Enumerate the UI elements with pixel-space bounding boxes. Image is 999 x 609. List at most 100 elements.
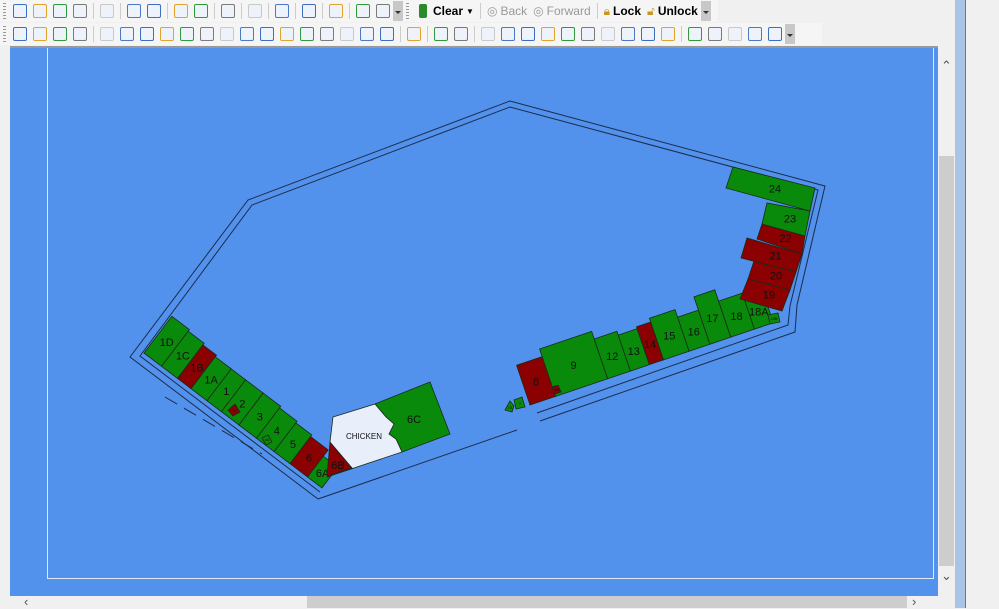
whats-this-icon[interactable] bbox=[376, 4, 390, 18]
plot-label: 8A bbox=[555, 387, 560, 392]
clear-button[interactable]: Clear ▼ bbox=[416, 4, 474, 18]
scroll-left-icon[interactable]: ‹ bbox=[24, 595, 28, 608]
forward-button[interactable]: ◎ Forward bbox=[533, 4, 591, 18]
new-icon[interactable] bbox=[13, 4, 27, 18]
check-icon[interactable] bbox=[248, 4, 262, 18]
map-page-icon[interactable] bbox=[768, 27, 782, 41]
plot-label: 20 bbox=[770, 270, 782, 282]
back-layer-icon[interactable] bbox=[33, 27, 47, 41]
divider bbox=[681, 26, 682, 42]
form-icon[interactable] bbox=[160, 27, 174, 41]
align-right-icon[interactable] bbox=[521, 27, 535, 41]
divider bbox=[322, 3, 323, 19]
plot-label: 1B bbox=[190, 363, 203, 375]
toolbar-grip[interactable] bbox=[3, 26, 6, 42]
chart-icon[interactable] bbox=[275, 4, 289, 18]
open-layer-icon[interactable] bbox=[73, 27, 87, 41]
plot-label: 6B bbox=[331, 460, 344, 472]
panel-icon[interactable] bbox=[360, 27, 374, 41]
plot-label: 24 bbox=[769, 183, 781, 195]
open-icon[interactable] bbox=[33, 4, 47, 18]
align-bottom-icon[interactable] bbox=[541, 27, 555, 41]
plot-label: 22 bbox=[779, 233, 791, 245]
wrap-icon[interactable] bbox=[280, 27, 294, 41]
same-height-icon[interactable] bbox=[661, 27, 675, 41]
unlock-button[interactable]: 🔓︎ Unlock bbox=[647, 4, 698, 19]
plot-label: 18 bbox=[730, 311, 742, 323]
bar-icon[interactable] bbox=[180, 27, 194, 41]
align-top-icon[interactable] bbox=[581, 27, 595, 41]
lock-button[interactable]: 🔒︎ Lock bbox=[604, 4, 641, 19]
notes-icon[interactable] bbox=[728, 27, 742, 41]
forward-layer-icon[interactable] bbox=[53, 27, 67, 41]
plot-label: 19 bbox=[763, 290, 775, 302]
horizontal-scrollbar[interactable]: ‹ › bbox=[10, 595, 938, 608]
map-canvas[interactable]: 1D 1C 1B 1A 1 2 3 4 5 6 6A 8 9 12 13 14 15 16 17 18 18A 19 20 2… bbox=[10, 46, 938, 598]
scroll-up-icon[interactable]: ⌃ bbox=[941, 59, 952, 72]
v-icon[interactable] bbox=[220, 27, 234, 41]
hierarchy-icon[interactable] bbox=[748, 27, 762, 41]
new-layer-icon[interactable] bbox=[13, 27, 27, 41]
refresh-icon[interactable] bbox=[53, 4, 67, 18]
plot-label: 1A bbox=[204, 375, 218, 387]
import-icon[interactable] bbox=[147, 4, 161, 18]
divider bbox=[349, 3, 350, 19]
side-pane-splitter[interactable] bbox=[955, 0, 966, 608]
star-icon[interactable] bbox=[320, 27, 334, 41]
divider bbox=[596, 3, 598, 19]
refresh-icon[interactable] bbox=[300, 27, 314, 41]
lock-icon: 🔒︎ bbox=[603, 3, 611, 18]
toolbar-overflow-button[interactable] bbox=[700, 1, 711, 21]
grid-icon[interactable] bbox=[140, 27, 154, 41]
plot-label: 18B bbox=[770, 316, 777, 321]
vertical-scroll-thumb[interactable] bbox=[939, 156, 954, 566]
stats-icon[interactable] bbox=[407, 27, 421, 41]
toolbar-overflow-button[interactable] bbox=[393, 1, 403, 21]
save-icon[interactable] bbox=[73, 4, 87, 18]
text-icon[interactable] bbox=[260, 27, 274, 41]
plot-label: 13 bbox=[628, 346, 640, 358]
list-icon[interactable] bbox=[100, 27, 114, 41]
plot-label: 6 bbox=[306, 453, 312, 465]
print-icon[interactable] bbox=[100, 4, 114, 18]
plot-label: 18A bbox=[749, 307, 769, 319]
back-button[interactable]: ◎ Back bbox=[487, 4, 527, 18]
user-icon[interactable] bbox=[688, 27, 702, 41]
crop-icon[interactable] bbox=[454, 27, 468, 41]
brush-icon[interactable] bbox=[434, 27, 448, 41]
undo-icon[interactable] bbox=[174, 4, 188, 18]
favorite-icon[interactable] bbox=[302, 4, 316, 18]
toolbar-overflow-button[interactable] bbox=[785, 24, 795, 44]
edit-icon[interactable] bbox=[127, 4, 141, 18]
plot-label: 1C bbox=[176, 351, 190, 363]
divider bbox=[295, 3, 296, 19]
window-icon[interactable] bbox=[240, 27, 254, 41]
same-width-icon[interactable] bbox=[641, 27, 655, 41]
smiley-icon[interactable] bbox=[380, 27, 394, 41]
edit-disabled-icon[interactable] bbox=[329, 4, 343, 18]
align-left-icon[interactable] bbox=[481, 27, 495, 41]
horizontal-scroll-thumb[interactable] bbox=[307, 596, 907, 608]
find-icon[interactable] bbox=[221, 4, 235, 18]
design-toolbar bbox=[0, 23, 822, 45]
site-boundary-outer bbox=[129, 100, 826, 500]
scroll-down-icon[interactable]: ⌄ bbox=[941, 569, 952, 582]
equals-icon[interactable] bbox=[200, 27, 214, 41]
plot-label: 4A bbox=[265, 437, 270, 442]
toolbar-grip[interactable] bbox=[3, 3, 6, 19]
scroll-right-icon[interactable]: › bbox=[912, 595, 916, 608]
toolbar-grip[interactable] bbox=[406, 3, 409, 19]
sum-icon[interactable] bbox=[120, 27, 134, 41]
divider bbox=[93, 3, 94, 19]
plot-label: 15 bbox=[663, 331, 675, 343]
zoom-icon[interactable] bbox=[340, 27, 354, 41]
spacing-v-icon[interactable] bbox=[601, 27, 615, 41]
properties-icon[interactable] bbox=[708, 27, 722, 41]
spacing-h-icon[interactable] bbox=[621, 27, 635, 41]
align-center-icon[interactable] bbox=[501, 27, 515, 41]
distribute-icon[interactable] bbox=[561, 27, 575, 41]
vertical-scrollbar[interactable]: ⌃ ⌄ bbox=[938, 46, 955, 596]
redo-icon[interactable] bbox=[194, 4, 208, 18]
help-icon[interactable] bbox=[356, 4, 370, 18]
plot-label: 1D bbox=[160, 337, 174, 349]
